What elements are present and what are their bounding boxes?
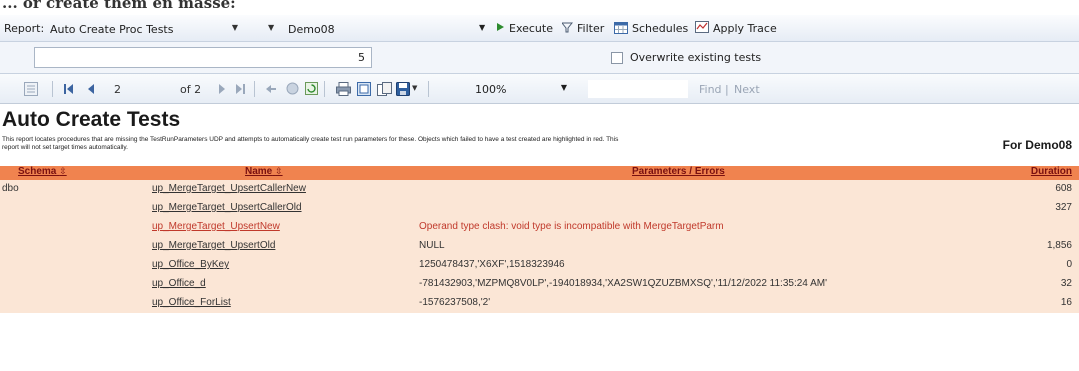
calendar-icon <box>614 21 628 37</box>
filter-button[interactable]: Filter <box>560 20 605 37</box>
cell-parameters: -1576237508,'2' <box>419 297 491 308</box>
overwrite-label: Overwrite existing tests <box>630 51 762 64</box>
server-select[interactable]: ▼ Demo08 <box>265 19 475 38</box>
back-icon[interactable] <box>265 83 277 98</box>
filter-icon <box>560 22 574 36</box>
execute-button[interactable]: Execute <box>496 20 553 37</box>
next-page-icon[interactable] <box>218 83 225 98</box>
server-select-value: Demo08 <box>288 23 335 36</box>
apply-trace-button[interactable]: Apply Trace <box>695 20 777 37</box>
page-count: of 2 <box>180 83 202 96</box>
chevron-down-icon[interactable]: ▼ <box>479 23 485 32</box>
cell-name-link[interactable]: up_MergeTarget_UpsertNew <box>152 221 280 232</box>
caption-strip: ... or create them en masse: <box>0 0 1079 15</box>
schedules-button[interactable]: Schedules <box>614 20 688 37</box>
chevron-down-icon: ▼ <box>268 23 275 32</box>
sort-icon: ⇳ <box>59 166 67 176</box>
trace-icon <box>695 21 709 36</box>
viewer-toolbar: 2 of 2 ▼ 100% ▼ Find | Next <box>0 74 1079 104</box>
print-layout-icon[interactable] <box>357 82 371 99</box>
report-select[interactable]: Auto Create Proc Tests ▼ <box>45 19 241 38</box>
table-row: up_MergeTarget_UpsertCallerOld 327 <box>0 199 1079 218</box>
previous-page-icon[interactable] <box>88 83 95 98</box>
apply-trace-label: Apply Trace <box>713 22 777 35</box>
separator <box>254 81 255 97</box>
table-row: up_Office_ForList -1576237508,'2' 16 <box>0 294 1079 313</box>
cell-parameters: NULL <box>419 240 445 251</box>
column-header-name[interactable]: Name ⇳ <box>245 166 283 177</box>
refresh-icon[interactable] <box>305 82 318 98</box>
find-input[interactable] <box>588 80 688 98</box>
report-description: This report locates procedures that are … <box>2 136 619 151</box>
document-map-icon[interactable] <box>24 82 38 99</box>
print-icon[interactable] <box>336 82 351 99</box>
cell-name-link[interactable]: up_Office_d <box>152 278 206 289</box>
cell-duration: 16 <box>1060 297 1072 308</box>
stop-icon[interactable] <box>286 82 299 98</box>
cell-duration: 608 <box>1055 183 1072 194</box>
table-row: up_Office_d -781432903,'MZPMQ8V0LP',-194… <box>0 275 1079 294</box>
cell-name-link[interactable]: up_Office_ForList <box>152 297 231 308</box>
play-icon <box>496 22 505 35</box>
export-icon[interactable] <box>396 82 410 99</box>
table-row-error: up_MergeTarget_UpsertNew Operand type cl… <box>0 218 1079 237</box>
cell-schema: dbo <box>2 183 19 194</box>
cell-duration: 32 <box>1060 278 1072 289</box>
cell-duration: 0 <box>1066 259 1072 270</box>
report-toolbar: Report: Auto Create Proc Tests ▼ ▼ Demo0… <box>0 15 1079 42</box>
separator <box>428 81 429 97</box>
results-table: Schema ⇳ Name ⇳ Parameters / Errors Dura… <box>0 166 1079 313</box>
column-header-schema[interactable]: Schema ⇳ <box>18 166 67 177</box>
report-title: Auto Create Tests <box>2 108 181 131</box>
page-number-input[interactable]: 2 <box>114 83 174 98</box>
caption-text: ... or create them en masse: <box>2 0 236 12</box>
filter-label: Filter <box>577 22 605 35</box>
separator <box>52 81 53 97</box>
parameter-input[interactable]: 5 <box>34 47 372 68</box>
report-label: Report: <box>4 22 45 35</box>
chevron-down-icon: ▼ <box>560 83 567 92</box>
chevron-down-icon[interactable]: ▼ <box>412 84 417 92</box>
schedules-label: Schedules <box>632 22 689 35</box>
table-header: Schema ⇳ Name ⇳ Parameters / Errors Dura… <box>0 166 1079 180</box>
cell-parameters: 1250478437,'X6XF',1518323946 <box>419 259 565 270</box>
chevron-down-icon: ▼ <box>231 23 238 32</box>
cell-duration: 1,856 <box>1046 240 1072 251</box>
first-page-icon[interactable] <box>64 83 74 98</box>
column-header-schema-label: Schema <box>18 166 57 177</box>
column-header-name-label: Name <box>245 166 273 177</box>
table-row: dbo up_MergeTarget_UpsertCallerNew 608 <box>0 180 1079 199</box>
cell-name-link[interactable]: up_Office_ByKey <box>152 259 229 270</box>
report-select-value: Auto Create Proc Tests <box>50 23 174 36</box>
cell-duration: 327 <box>1055 202 1072 213</box>
next-link[interactable]: Next <box>734 83 760 96</box>
cell-name-link[interactable]: up_MergeTarget_UpsertCallerNew <box>152 183 306 194</box>
zoom-select[interactable]: 100% ▼ <box>475 80 567 98</box>
parameter-bar: 5 Overwrite existing tests <box>0 42 1079 74</box>
cell-name-link[interactable]: up_MergeTarget_UpsertOld <box>152 240 275 251</box>
report-canvas: Auto Create Tests For Demo08 This report… <box>0 104 1079 371</box>
report-for-label: For Demo08 <box>1002 138 1072 152</box>
separator <box>324 81 325 97</box>
find-link[interactable]: Find <box>699 83 722 96</box>
table-row: up_Office_ByKey 1250478437,'X6XF',151832… <box>0 256 1079 275</box>
column-header-parameters[interactable]: Parameters / Errors <box>632 166 725 177</box>
column-header-duration[interactable]: Duration <box>1031 166 1072 177</box>
cell-name-link[interactable]: up_MergeTarget_UpsertCallerOld <box>152 202 302 213</box>
execute-label: Execute <box>509 22 553 35</box>
find-separator: | <box>725 83 729 96</box>
sort-icon: ⇳ <box>275 166 283 176</box>
cell-parameters: -781432903,'MZPMQ8V0LP',-194018934,'XA2S… <box>419 278 827 289</box>
overwrite-checkbox[interactable] <box>611 52 623 64</box>
last-page-icon[interactable] <box>236 83 246 98</box>
table-row: up_MergeTarget_UpsertOld NULL 1,856 <box>0 237 1079 256</box>
page-setup-icon[interactable] <box>377 82 392 99</box>
cell-error-message: Operand type clash: void type is incompa… <box>419 221 724 232</box>
zoom-value: 100% <box>475 83 507 96</box>
